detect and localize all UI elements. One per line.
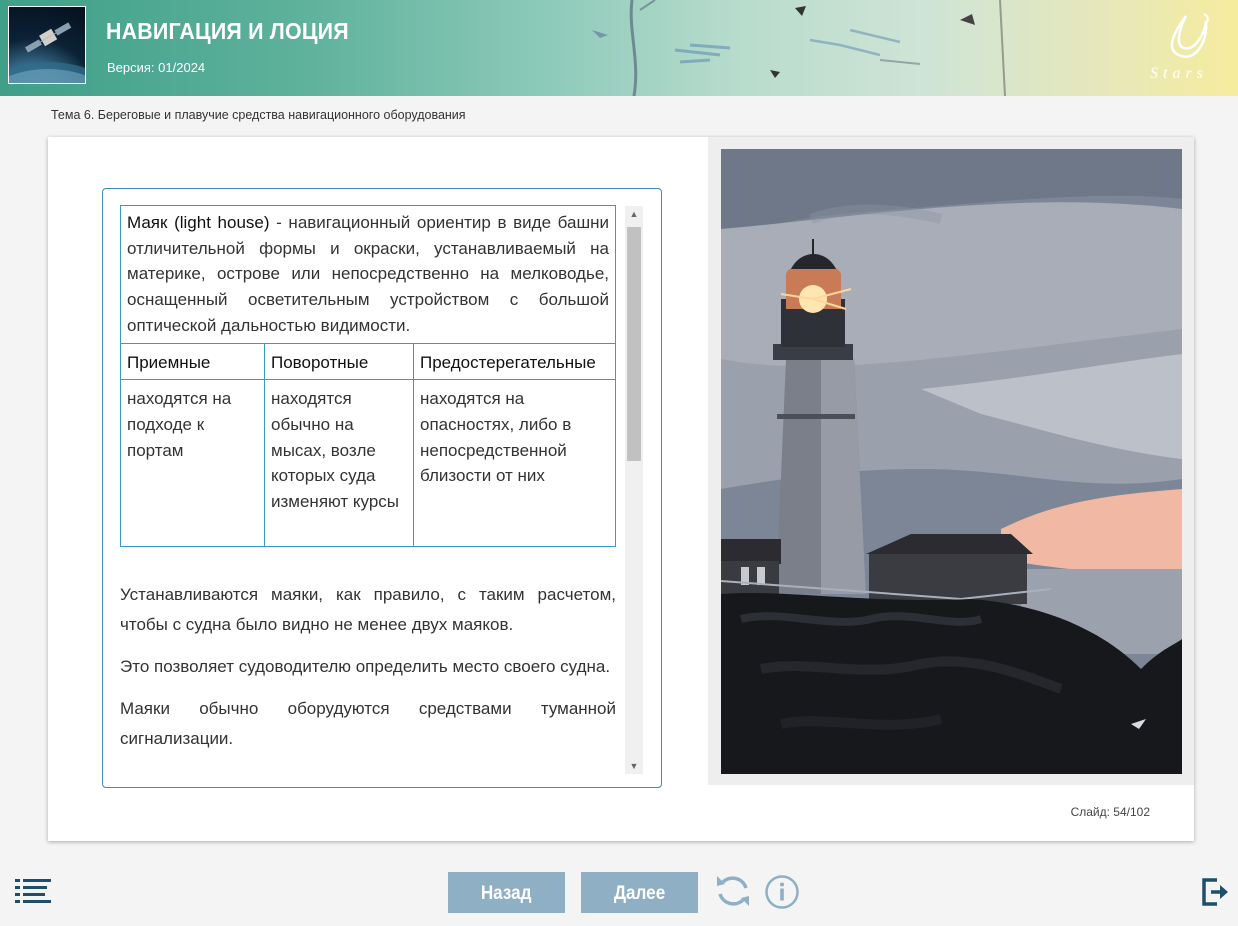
svg-text:Stars: Stars bbox=[1150, 65, 1208, 82]
topic-label: Тема 6. Береговые и плавучие средства на… bbox=[51, 108, 466, 122]
column-header-warning: Предостерегательные bbox=[413, 342, 616, 381]
text-panel: Маяк (light house) - навигационный ориен… bbox=[102, 188, 662, 788]
paragraph: Маяки обычно оборудуются средствами тума… bbox=[120, 699, 616, 749]
paragraphs: Устанавливаются маяки, как правило, с та… bbox=[120, 580, 616, 754]
back-button-label: Назад bbox=[481, 883, 532, 904]
definition-cell: Маяк (light house) - навигационный ориен… bbox=[120, 205, 616, 344]
course-title: НАВИГАЦИЯ И ЛОЦИЯ bbox=[106, 18, 349, 44]
scrollbar[interactable]: ▲ ▼ bbox=[625, 206, 643, 774]
column-text-turning: находятся обычно на мысах, возле которых… bbox=[264, 379, 414, 548]
menu-icon[interactable] bbox=[15, 878, 53, 904]
reload-icon[interactable] bbox=[715, 872, 751, 910]
definition-term: Маяк (light house) bbox=[127, 213, 270, 232]
info-icon[interactable] bbox=[764, 874, 800, 910]
scroll-up-icon[interactable]: ▲ bbox=[625, 206, 643, 222]
text-content: Маяк (light house) - навигационный ориен… bbox=[120, 205, 616, 754]
satellite-thumbnail bbox=[8, 6, 86, 84]
next-button[interactable]: Далее bbox=[581, 872, 698, 913]
slide-card: Маяк (light house) - навигационный ориен… bbox=[48, 137, 1194, 841]
back-button[interactable]: Назад bbox=[448, 872, 565, 913]
scroll-down-icon[interactable]: ▼ bbox=[625, 758, 643, 774]
lighthouse-image bbox=[721, 149, 1182, 774]
column-text-receiving: находятся на подходе к портам bbox=[120, 379, 265, 548]
column-text-warning: находятся на опасностях, либо в непосред… bbox=[413, 379, 616, 548]
paragraph: Устанавливаются маяки, как правило, с та… bbox=[120, 585, 616, 635]
version-label: Версия: 01/2024 bbox=[107, 60, 206, 75]
exit-icon[interactable] bbox=[1201, 877, 1231, 907]
lighthouse-table: Маяк (light house) - навигационный ориен… bbox=[120, 205, 616, 548]
scrollbar-thumb[interactable] bbox=[627, 227, 641, 461]
paragraph: Это позволяет судоводителю определить ме… bbox=[120, 657, 611, 677]
photo-frame bbox=[708, 137, 1194, 785]
app-header: НАВИГАЦИЯ И ЛОЦИЯ Версия: 01/2024 Stars bbox=[0, 0, 1238, 96]
column-header-turning: Поворотные bbox=[264, 342, 414, 381]
slide-counter: Слайд: 54/102 bbox=[1070, 805, 1150, 819]
stars-logo: Stars bbox=[1150, 13, 1209, 82]
next-button-label: Далее bbox=[613, 883, 666, 904]
header-decoration bbox=[592, 0, 1006, 96]
column-header-receiving: Приемные bbox=[120, 342, 265, 381]
